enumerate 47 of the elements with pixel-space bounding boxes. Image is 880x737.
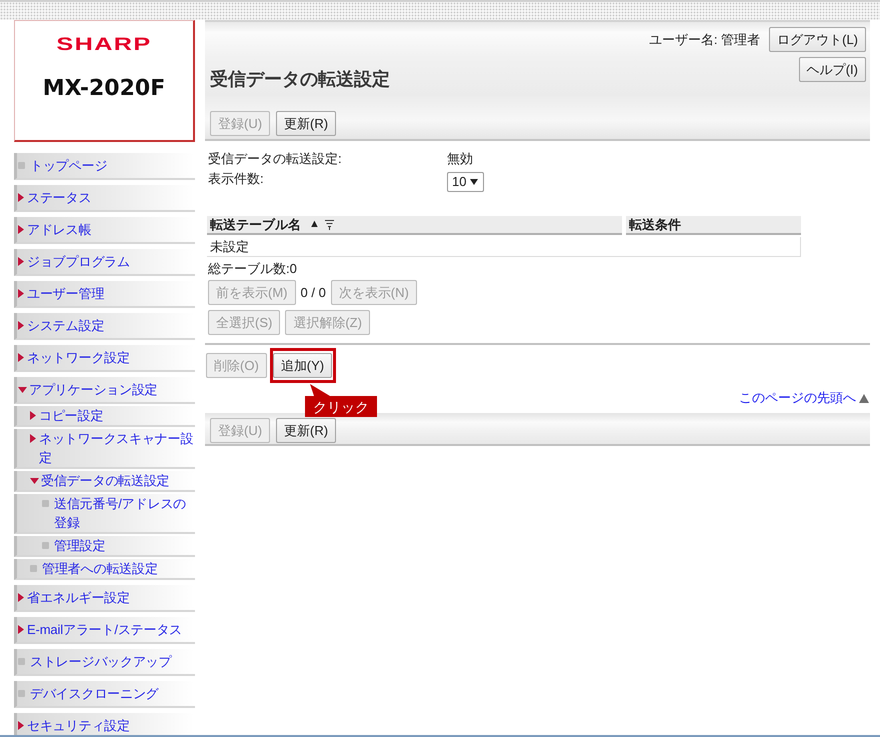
sidebar-item[interactable]: システム設定 [14, 313, 195, 340]
square-bullet-icon [42, 500, 49, 507]
column-header[interactable]: 転送条件 [626, 216, 801, 235]
sidebar-item[interactable]: ネットワークスキャナー設定 [14, 429, 195, 469]
model-name: MX-2020F [42, 76, 166, 102]
total-count: 総テーブル数:0 [207, 260, 298, 278]
refresh-button[interactable]: 更新(R) [276, 418, 336, 443]
sidebar-item[interactable]: 送信元番号/アドレスの登録 [14, 494, 195, 534]
sidebar-item[interactable]: コピー設定 [14, 406, 195, 427]
sidebar-item[interactable]: ステータス [14, 185, 195, 212]
sidebar-item[interactable]: 管理者への転送設定 [14, 559, 195, 580]
square-bullet-icon [18, 690, 25, 697]
square-bullet-icon [30, 565, 37, 572]
sidebar-item[interactable]: トップページ [14, 153, 195, 180]
brand-logo: SHARP [56, 34, 152, 54]
sidebar-item[interactable]: 管理設定 [14, 536, 195, 557]
sidebar-item[interactable]: E-mailアラート/ステータス [14, 617, 195, 644]
square-bullet-icon [18, 162, 25, 169]
sidebar-item[interactable]: ストレージバックアップ [14, 649, 195, 676]
square-bullet-icon [18, 658, 25, 665]
caret-down-icon [470, 179, 478, 185]
column-header[interactable]: 転送テーブル名 ▲ [207, 216, 622, 235]
click-callout: クリック [305, 384, 377, 417]
sidebar-item[interactable]: ジョブプログラム [14, 249, 195, 276]
sidebar-item[interactable]: アドレス帳 [14, 217, 195, 244]
page-count: 0 / 0 [300, 285, 326, 300]
setting-label: 受信データの転送設定: [208, 150, 342, 168]
setting-label: 表示件数: [208, 170, 264, 188]
page-title: 受信データの転送設定 [210, 68, 390, 91]
up-triangle-icon [859, 394, 869, 402]
square-bullet-icon [42, 542, 49, 549]
sidebar-item[interactable]: 受信データの転送設定 [14, 471, 195, 492]
user-name-label: ユーザー名: 管理者 [648, 30, 760, 48]
sidebar-item[interactable]: ユーザー管理 [14, 281, 195, 308]
table-cell: 未設定 [207, 237, 801, 257]
logout-button[interactable]: ログアウト(L) [769, 27, 866, 52]
sidebar-item[interactable]: デバイスクローニング [14, 681, 195, 708]
page-size-select[interactable]: 10 [447, 172, 484, 192]
filter-icon[interactable] [324, 220, 334, 230]
page-top-link[interactable]: このページの先頭へ [739, 390, 856, 406]
add-button[interactable]: 追加(Y) [272, 353, 332, 378]
sidebar-item[interactable]: ネットワーク設定 [14, 345, 195, 372]
refresh-button[interactable]: 更新(R) [276, 111, 336, 136]
setting-value: 無効 [447, 150, 473, 168]
help-button[interactable]: ヘルプ(I) [798, 57, 866, 82]
sidebar-item[interactable]: アプリケーション設定 [14, 377, 195, 404]
sidebar-item[interactable]: 省エネルギー設定 [14, 585, 195, 612]
